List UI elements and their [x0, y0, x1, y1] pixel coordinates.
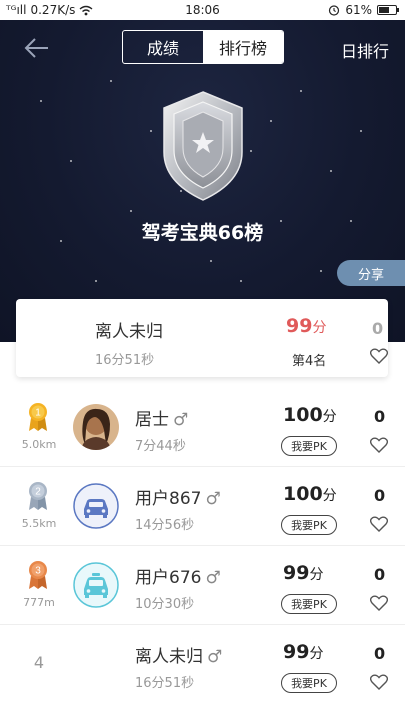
shield-badge-icon — [163, 91, 243, 201]
user-name: 用户867 ♂ — [135, 484, 221, 509]
user-time: 16分51秒 — [135, 676, 195, 691]
ranking-row[interactable]: 1 5.0km 居士 ♂ 7分44秒 100分 我要PK 0 — [0, 388, 405, 467]
star-dot — [70, 160, 72, 162]
male-icon: ♂ — [173, 410, 189, 430]
user-name-text: 离人未归 — [135, 647, 203, 667]
star-dot — [40, 100, 42, 102]
leaderboard-title: 驾考宝典66榜 — [141, 222, 264, 244]
tab-bar: 成绩 排行榜 — [122, 30, 284, 64]
user-score-value: 100 — [283, 483, 323, 505]
heart-icon[interactable] — [370, 674, 388, 690]
star-dot — [110, 80, 112, 82]
user-score: 99分 — [283, 641, 323, 663]
medal-rank-number: 1 — [35, 408, 41, 419]
my-score-value: 99 — [286, 315, 313, 337]
my-score-unit: 分 — [312, 320, 327, 336]
like-count: 0 — [374, 565, 386, 584]
pk-button[interactable]: 我要PK — [281, 436, 337, 456]
user-score-unit: 分 — [322, 488, 337, 504]
tab-score[interactable]: 成绩 — [123, 31, 203, 63]
like-count: 0 — [374, 407, 386, 426]
status-right: 61% — [328, 3, 399, 17]
battery-icon — [377, 5, 399, 15]
my-rank-card[interactable]: 离人未归 16分51秒 99分 第4名 0 — [16, 299, 388, 377]
star-dot — [360, 130, 362, 132]
avatar[interactable] — [73, 483, 119, 529]
star-dot — [330, 170, 332, 172]
user-name-text: 居士 — [135, 410, 169, 430]
ranking-row[interactable]: 2 5.5km 用户867 ♂ 14分56秒 100分 我要PK 0 — [0, 467, 405, 546]
star-dot — [95, 280, 97, 282]
bronze-medal-icon: 3 — [29, 561, 47, 589]
user-score-unit: 分 — [322, 409, 337, 425]
user-time: 14分56秒 — [135, 518, 195, 533]
star-dot — [300, 90, 302, 92]
ranking-list: 1 5.0km 居士 ♂ 7分44秒 100分 我要PK 0 2 5.5km 用… — [0, 388, 405, 704]
battery-fill — [379, 7, 389, 13]
medal-rank-number: 2 — [35, 487, 41, 498]
alarm-icon — [329, 5, 340, 16]
heart-icon[interactable] — [370, 348, 388, 364]
distance: 777m — [23, 596, 55, 609]
male-icon: ♂ — [205, 568, 221, 588]
star-dot — [250, 150, 252, 152]
user-name-text: 用户867 — [135, 489, 202, 509]
avatar[interactable] — [73, 562, 119, 608]
pk-button[interactable]: 我要PK — [281, 594, 337, 614]
like-count: 0 — [374, 644, 386, 663]
status-bar: ᵀᴳıll 0.27K/s 18:06 61% — [0, 0, 405, 20]
user-score-value: 99 — [283, 641, 310, 663]
user-score-unit: 分 — [309, 646, 324, 662]
user-name: 居士 ♂ — [135, 405, 188, 430]
user-score: 99分 — [283, 562, 323, 584]
user-name: 离人未归 ♂ — [135, 642, 222, 667]
distance: 5.5km — [21, 517, 57, 530]
pk-button[interactable]: 我要PK — [281, 515, 337, 535]
my-score: 99分 — [286, 315, 326, 337]
silver-medal-icon: 2 — [29, 482, 47, 510]
taxi-avatar-icon — [73, 562, 119, 608]
star-dot — [270, 120, 272, 122]
user-photo-avatar — [73, 404, 119, 450]
star-dot — [150, 130, 152, 132]
battery-percent: 61% — [345, 3, 372, 17]
avatar[interactable] — [73, 404, 119, 450]
heart-icon[interactable] — [370, 516, 388, 532]
user-name: 用户676 ♂ — [135, 563, 221, 588]
rank-number: 4 — [33, 653, 45, 672]
distance: 5.0km — [21, 438, 57, 451]
medal-rank-number: 3 — [35, 566, 41, 577]
user-score-value: 99 — [283, 562, 310, 584]
car-avatar-icon — [73, 483, 119, 529]
user-score: 100分 — [283, 404, 337, 426]
leaderboard-header: 成绩 排行榜 日排行 驾考宝典66榜 分享 — [0, 20, 405, 342]
my-position: 第4名 — [292, 354, 327, 369]
my-like-count: 0 — [372, 319, 384, 338]
male-icon: ♂ — [205, 489, 221, 509]
ranking-row[interactable]: 3 777m 用户676 ♂ 10分30秒 99分 我要PK 0 — [0, 546, 405, 625]
tab-leaderboard[interactable]: 排行榜 — [203, 31, 283, 63]
like-count: 0 — [374, 486, 386, 505]
back-arrow-icon[interactable] — [22, 36, 50, 60]
pk-button[interactable]: 我要PK — [281, 673, 337, 693]
male-icon: ♂ — [207, 647, 223, 667]
star-dot — [240, 280, 242, 282]
user-score-value: 100 — [283, 404, 323, 426]
user-score-unit: 分 — [309, 567, 324, 583]
my-name: 离人未归 — [95, 322, 163, 342]
heart-icon[interactable] — [370, 595, 388, 611]
star-dot — [210, 260, 212, 262]
gold-medal-icon: 1 — [29, 403, 47, 431]
user-time: 10分30秒 — [135, 597, 195, 612]
star-dot — [130, 210, 132, 212]
share-button[interactable]: 分享 — [337, 260, 405, 286]
my-time: 16分51秒 — [95, 353, 155, 368]
user-score: 100分 — [283, 483, 337, 505]
star-dot — [320, 270, 322, 272]
day-rank-button[interactable]: 日排行 — [341, 38, 389, 62]
user-time: 7分44秒 — [135, 439, 186, 454]
heart-icon[interactable] — [370, 437, 388, 453]
user-name-text: 用户676 — [135, 568, 202, 588]
ranking-row[interactable]: 4 离人未归 ♂ 16分51秒 99分 我要PK 0 — [0, 625, 405, 704]
